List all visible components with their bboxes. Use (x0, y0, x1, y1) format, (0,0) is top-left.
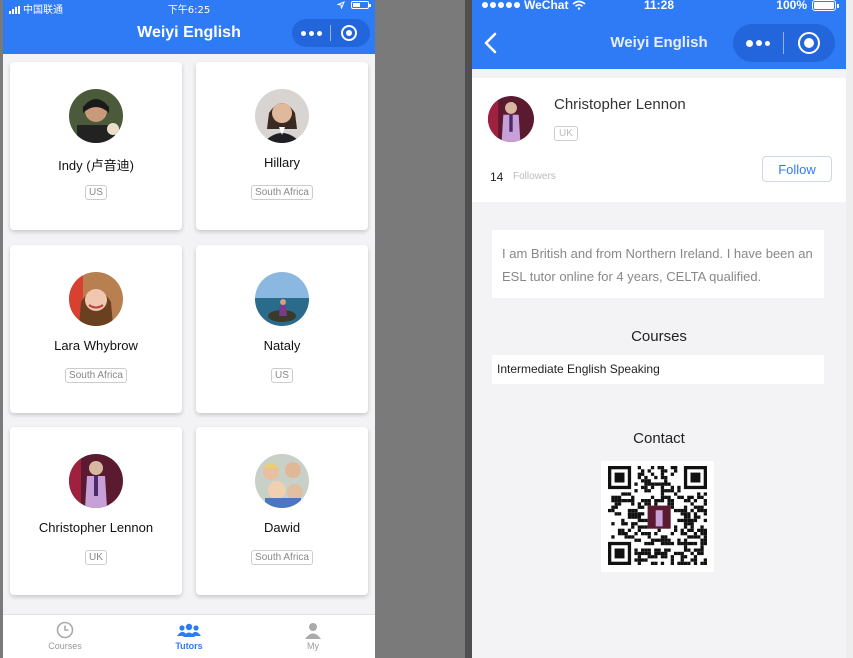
menu-capsule (292, 19, 370, 47)
tutor-name: Lara Whybrow (54, 338, 138, 353)
tab-my[interactable]: My (251, 615, 375, 658)
nav-bar: WeChat 11:28 100% Weiyi English (472, 0, 846, 69)
avatar (488, 96, 534, 142)
country-badge: South Africa (251, 550, 313, 565)
edge-strip (846, 0, 853, 658)
tutor-card[interactable]: Nataly US (196, 245, 368, 413)
profile-card: Christopher Lennon UK 14 Followers Follo… (472, 78, 846, 202)
course-item[interactable]: Intermediate English Speaking (492, 355, 824, 384)
status-bar: WeChat 11:28 100% (472, 0, 846, 14)
status-bar: 中国联通 下午6:25 (3, 0, 375, 16)
tab-bar: Courses Tutors My (3, 614, 375, 658)
location-arrow-icon (337, 1, 345, 9)
tutor-name: Indy (卢音迪) (58, 158, 134, 173)
country-badge: UK (554, 126, 578, 141)
close-target-icon[interactable] (798, 32, 820, 54)
country-badge: UK (85, 550, 107, 565)
avatar (69, 272, 123, 326)
contact-heading: Contact (633, 430, 685, 447)
country-badge: US (271, 368, 293, 383)
status-time: 下午6:25 (167, 5, 211, 16)
tab-tutors[interactable]: Tutors (127, 615, 251, 658)
avatar (255, 89, 309, 143)
tab-label: Tutors (175, 641, 203, 651)
clock-icon (56, 621, 74, 639)
tutor-card[interactable]: Lara Whybrow South Africa (10, 245, 182, 413)
tutor-name: Dawid (263, 520, 301, 535)
menu-capsule (733, 24, 835, 62)
tutor-card[interactable]: Dawid South Africa (196, 427, 368, 595)
tutor-detail-screen: WeChat 11:28 100% Weiyi English Christop… (472, 0, 846, 658)
tab-label: My (307, 641, 319, 651)
tutor-name: Hillary (263, 155, 301, 170)
battery-percent: 100% (776, 0, 807, 12)
tutor-card[interactable]: Indy (卢音迪) US (10, 62, 182, 230)
close-target-icon[interactable] (341, 25, 357, 41)
follow-button[interactable]: Follow (762, 156, 832, 182)
tab-label: Courses (48, 641, 82, 651)
battery-icon (812, 0, 839, 11)
nav-bar: 中国联通 下午6:25 Weiyi English (3, 0, 375, 54)
person-icon (305, 622, 321, 639)
avatar (69, 454, 123, 508)
qr-code-image (608, 466, 707, 565)
tutor-card[interactable]: Hillary South Africa (196, 62, 368, 230)
more-icon[interactable] (292, 30, 330, 36)
bio-text: I am British and from Northern Ireland. … (492, 230, 824, 298)
tutor-list-screen: 中国联通 下午6:25 Weiyi English Indy (卢音迪) US (3, 0, 375, 658)
avatar (255, 454, 309, 508)
tutor-name: Christopher Lennon (554, 96, 686, 113)
avatar (69, 89, 123, 143)
battery-icon (351, 1, 371, 9)
tutor-card[interactable]: Christopher Lennon UK (10, 427, 182, 595)
tab-courses[interactable]: Courses (3, 615, 127, 658)
followers-count: 14 (490, 170, 504, 184)
courses-heading: Courses (631, 328, 687, 345)
tutor-name: Christopher Lennon (38, 520, 154, 535)
country-badge: US (85, 185, 107, 200)
country-badge: South Africa (251, 185, 313, 200)
avatar (255, 272, 309, 326)
country-badge: South Africa (65, 368, 127, 383)
more-icon[interactable] (733, 39, 783, 47)
followers-label: Followers (513, 171, 556, 182)
tutor-name: Nataly (263, 338, 301, 353)
qr-code (601, 461, 714, 572)
group-icon (177, 623, 201, 637)
